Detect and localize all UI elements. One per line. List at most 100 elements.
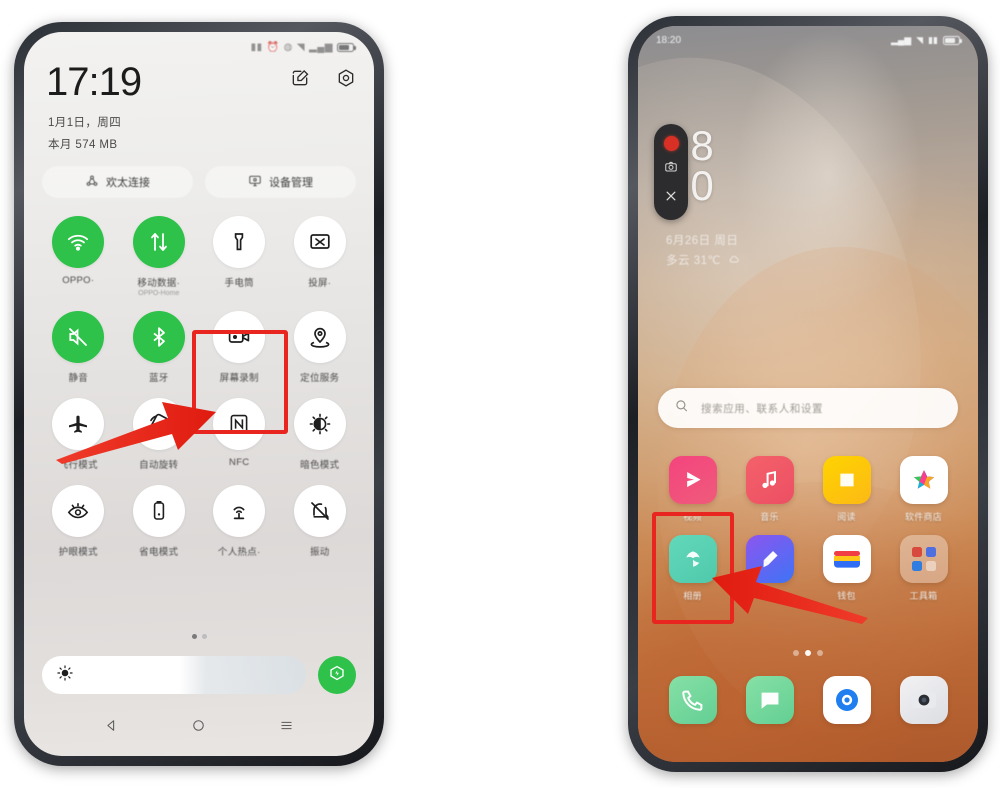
dock-phone[interactable] (654, 676, 731, 724)
tile-eye-care-label: 护眼模式 (58, 547, 98, 558)
tile-vibrate[interactable]: 振动 (280, 485, 361, 558)
flashlight-icon (213, 216, 266, 268)
wifi-icon: ◥ (296, 42, 306, 53)
app-video-label: 视频 (683, 512, 702, 522)
home-page-dots (638, 650, 978, 656)
tile-wifi[interactable]: OPPO· (38, 216, 119, 297)
page-dot[interactable] (805, 650, 811, 656)
battery-icon (337, 43, 356, 52)
tile-mute[interactable]: 静音 (38, 311, 119, 384)
app-reading[interactable]: 阅读 (808, 456, 885, 523)
status-bar-time: 18:20 (656, 35, 682, 46)
eye-care-icon (52, 485, 105, 537)
home-weather: 多云 31℃ (666, 252, 740, 268)
app-row-1: 视频 音乐 阅读 软件商店 (654, 456, 962, 535)
tile-flashlight-label: 手电筒 (224, 278, 254, 289)
folder-app-icon (899, 535, 948, 583)
tile-nfc-label: NFC (229, 457, 250, 468)
app-music[interactable]: 音乐 (731, 456, 808, 523)
wifi-icon: ◥ (916, 35, 924, 45)
cellular-icon: ▂▄▆ (309, 42, 333, 53)
page-dot[interactable] (201, 634, 207, 639)
tile-dark-mode[interactable]: 暗色模式 (280, 398, 361, 471)
app-gallery-label: 相册 (683, 591, 702, 601)
tile-location-label: 定位服务 (300, 373, 340, 384)
brightness-icon (56, 664, 74, 687)
app-folder-tools-label: 工具箱 (909, 591, 938, 601)
tile-screen-record[interactable]: 屏幕录制 (199, 311, 280, 384)
appstore-app-icon (899, 456, 948, 504)
data-icon (132, 216, 185, 268)
tile-wifi-ssid: OPPO-Home (138, 290, 180, 297)
tile-vibrate-label: 振动 (309, 547, 330, 558)
signal-icon: ▂▄▆ (890, 35, 912, 45)
camera-icon[interactable] (664, 160, 678, 179)
tile-hotspot-label: 个人热点· (217, 547, 261, 558)
home-dock (654, 676, 962, 724)
right-status-bar: 18:20 ▂▄▆ ◥ ▮▮ (638, 35, 978, 46)
tile-mobile-data[interactable]: 移动数据· OPPO-Home (119, 216, 200, 297)
dock-camera[interactable] (885, 676, 962, 724)
tile-dark-mode-label: 暗色模式 (300, 460, 340, 471)
tile-bluetooth[interactable]: 蓝牙 (119, 311, 200, 384)
app-appstore[interactable]: 软件商店 (885, 456, 962, 523)
phone-app-icon (668, 676, 717, 724)
power-saver-button[interactable] (318, 656, 356, 694)
dock-messages[interactable] (731, 676, 808, 724)
app-video[interactable]: 视频 (654, 456, 731, 523)
search-icon (674, 398, 689, 418)
settings-icon[interactable] (336, 68, 356, 93)
tile-flashlight[interactable]: 手电筒 (199, 216, 280, 297)
share-icon (85, 174, 99, 191)
left-status-bar: ▮▮ ⏰ ◍ ◥ ▂▄▆ (24, 42, 374, 53)
brightness-row (42, 656, 356, 694)
cloud-icon (728, 253, 740, 268)
floating-recorder-toolbar[interactable] (654, 124, 688, 220)
mute-icon (52, 311, 105, 363)
brightness-slider[interactable] (42, 656, 306, 694)
home-search-bar[interactable]: 搜索应用、联系人和设置 (658, 388, 958, 428)
tile-eye-care[interactable]: 护眼模式 (38, 485, 119, 558)
browser-app-icon (822, 676, 871, 724)
cellular-icon: ▮▮ (928, 35, 938, 45)
tile-cast[interactable]: 投屏· (280, 216, 361, 297)
control-center-header-actions (290, 68, 356, 93)
tile-screen-record-label: 屏幕录制 (219, 373, 259, 384)
home-button[interactable] (191, 718, 206, 738)
back-button[interactable] (104, 718, 119, 738)
nfc-icon: ◍ (283, 42, 293, 53)
record-dot-icon[interactable] (663, 135, 679, 151)
app-appstore-label: 软件商店 (904, 512, 943, 522)
gallery-app-icon (668, 535, 717, 583)
tile-location[interactable]: 定位服务 (280, 311, 361, 384)
music-app-icon (745, 456, 794, 504)
tile-wifi-label: OPPO· (62, 275, 95, 286)
video-app-icon (668, 456, 717, 504)
tile-hotspot[interactable]: 个人热点· (199, 485, 280, 558)
control-center-date: 1月1日，周四 (48, 117, 122, 129)
control-center-clock: 17:19 (46, 60, 142, 104)
tile-mobile-data-label: 移动数据· (137, 278, 181, 289)
page-dot[interactable] (793, 650, 799, 656)
alarm-icon: ⏰ (266, 42, 280, 53)
card-device-manage[interactable]: 设备管理 (205, 166, 356, 198)
nfc-icon (213, 398, 266, 450)
app-music-label: 音乐 (760, 512, 779, 522)
home-date: 6月26日 周日 (666, 235, 739, 247)
page-dot[interactable] (817, 650, 823, 656)
tile-mute-label: 静音 (68, 373, 89, 384)
edit-icon[interactable] (290, 68, 310, 93)
recents-button[interactable] (279, 718, 294, 738)
page-dot[interactable] (191, 634, 197, 639)
tile-cast-label: 投屏· (308, 278, 332, 289)
tile-battery-saver[interactable]: 省电模式 (119, 485, 200, 558)
app-folder-tools[interactable]: 工具箱 (885, 535, 962, 602)
vibrate-icon (293, 485, 346, 537)
close-x-icon[interactable] (664, 189, 678, 208)
home-search-placeholder: 搜索应用、联系人和设置 (701, 402, 824, 415)
camera-app-icon (899, 676, 948, 724)
dock-browser[interactable] (808, 676, 885, 724)
card-share-connect[interactable]: 欢太连接 (42, 166, 193, 198)
app-reading-label: 阅读 (837, 512, 856, 522)
wifi-icon (52, 216, 105, 268)
